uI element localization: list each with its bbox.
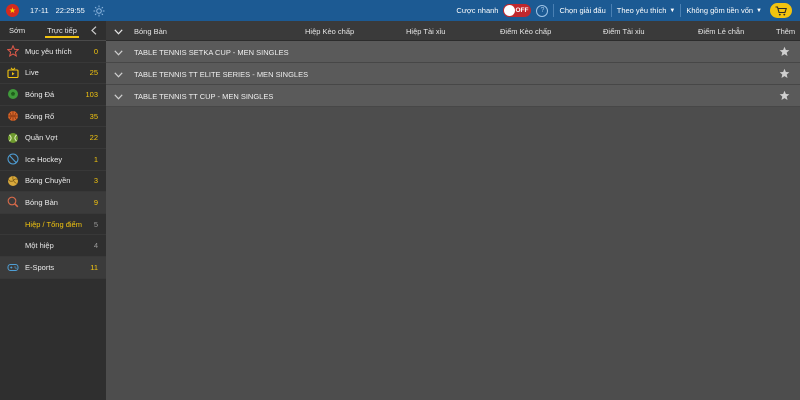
sidebar-item-label: Bóng Bàn: [25, 197, 58, 207]
tennis-ball-icon: [7, 132, 19, 144]
sidebar-item-label: E-Sports: [25, 262, 55, 272]
tv-icon: [7, 67, 19, 79]
select-league-button[interactable]: Chọn giải đấu: [559, 6, 605, 15]
sidebar-item-count: 35: [89, 111, 98, 121]
league-row[interactable]: TABLE TENNIS SETKA CUP - MEN SINGLES: [106, 41, 800, 63]
favorites-dropdown[interactable]: Theo yêu thích ▼: [617, 6, 676, 15]
divider: [553, 4, 555, 17]
sidebar-item-table-tennis[interactable]: Bóng Bàn 9: [0, 192, 106, 214]
sidebar-item-basketball[interactable]: Bóng Rổ 35: [0, 106, 106, 128]
chevron-down-icon[interactable]: [114, 92, 123, 101]
table-tennis-icon: [7, 196, 19, 208]
league-name: TABLE TENNIS SETKA CUP - MEN SINGLES: [134, 48, 289, 57]
odds-table: Bóng Bàn Hiệp Kèo chấp Hiệp Tài xỉu Điểm…: [106, 21, 800, 400]
sidebar-item-count: 103: [85, 89, 98, 99]
basketball-icon: [7, 110, 19, 122]
sidebar-subitem-count: 5: [93, 219, 98, 229]
column-header-sport: Bóng Bàn: [134, 27, 167, 36]
chevron-down-icon[interactable]: [114, 48, 123, 57]
sidebar-item-label: Bóng Chuyền: [25, 176, 71, 186]
sidebar-item-label: Ice Hockey: [25, 154, 63, 164]
favorite-star-icon[interactable]: [779, 90, 790, 101]
collapse-sidebar-icon[interactable]: [87, 21, 101, 41]
divider: [610, 4, 612, 17]
sidebar-item-label: Quần Vợt: [25, 133, 58, 143]
favorite-star-icon[interactable]: [779, 46, 790, 57]
vietnam-flag-icon: ★: [6, 4, 19, 17]
sidebar-item-ice-hockey[interactable]: Ice Hockey 1: [0, 149, 106, 171]
sidebar-subitem-set-total-points[interactable]: Hiệp / Tổng điểm 5: [0, 213, 106, 236]
sidebar-item-label: Live: [25, 68, 39, 78]
chevron-down-icon: ▼: [756, 7, 762, 14]
sidebar-item-live[interactable]: Live 25: [0, 63, 106, 85]
favorite-star-icon[interactable]: [779, 68, 790, 79]
sidebar-subitem-count: 4: [93, 241, 98, 251]
league-name: TABLE TENNIS TT CUP - MEN SINGLES: [134, 92, 274, 101]
sidebar-subitem-single-set[interactable]: Một hiệp 4: [0, 235, 106, 257]
sidebar-item-count: 25: [89, 68, 98, 78]
league-row[interactable]: TABLE TENNIS TT ELITE SERIES - MEN SINGL…: [106, 63, 800, 85]
sidebar-item-favorites[interactable]: Mục yêu thích 0: [0, 41, 106, 63]
sidebar-subitem-label: Hiệp / Tổng điểm: [25, 219, 82, 229]
current-time: 22:29:55: [55, 6, 85, 15]
league-name: TABLE TENNIS TT ELITE SERIES - MEN SINGL…: [134, 70, 309, 79]
volleyball-icon: [7, 175, 19, 187]
soccer-ball-icon: [7, 88, 19, 100]
chevron-down-icon[interactable]: [114, 70, 123, 79]
chevron-down-icon: ▼: [669, 7, 676, 14]
sidebar-item-count: 11: [90, 262, 98, 272]
league-row[interactable]: TABLE TENNIS TT CUP - MEN SINGLES: [106, 85, 800, 107]
toggle-knob: [504, 5, 516, 16]
column-header-more: Thêm: [776, 27, 796, 36]
bet-slip-cart-icon[interactable]: [770, 3, 792, 18]
column-header-point-handicap: Điểm Kèo chấp: [500, 27, 552, 36]
sidebar-item-esports[interactable]: E-Sports 11: [0, 256, 106, 279]
sidebar-tabs: Sớm Trực tiếp: [0, 21, 106, 41]
sidebar-item-label: Bóng Rổ: [25, 111, 55, 121]
capital-dropdown[interactable]: Không gồm tiền vốn ▼: [686, 6, 762, 15]
favorites-dropdown-label: Theo yêu thích: [616, 6, 667, 15]
gamepad-icon: [7, 261, 19, 273]
capital-dropdown-label: Không gồm tiền vốn: [686, 6, 754, 15]
column-header-point-odd-even: Điểm Lẻ chẵn: [698, 27, 745, 36]
quick-bet-toggle[interactable]: OFF: [503, 4, 532, 17]
star-icon: [7, 45, 19, 58]
sidebar-item-count: 9: [93, 197, 98, 207]
sidebar-item-tennis[interactable]: Quần Vợt 22: [0, 127, 106, 149]
sidebar-item-count: 0: [93, 46, 98, 56]
sidebar-item-count: 22: [89, 133, 98, 143]
sports-sidebar: Sớm Trực tiếp Mục yêu thích 0 Live 25 Bó…: [0, 21, 106, 400]
theme-sun-icon[interactable]: [93, 5, 105, 17]
column-header-set-handicap: Hiệp Kèo chấp: [305, 27, 355, 36]
column-header-point-over-under: Điểm Tài xỉu: [603, 27, 645, 36]
sidebar-item-soccer[interactable]: Bóng Đá 103: [0, 84, 106, 106]
sidebar-item-count: 3: [93, 176, 98, 186]
tab-early[interactable]: Sớm: [0, 21, 43, 40]
help-icon[interactable]: ?: [536, 4, 549, 17]
sidebar-item-label: Mục yêu thích: [25, 46, 72, 56]
divider: [680, 4, 682, 17]
current-date: 17-11: [30, 6, 49, 15]
sidebar-item-label: Bóng Đá: [25, 89, 55, 99]
table-header: Bóng Bàn Hiệp Kèo chấp Hiệp Tài xỉu Điểm…: [106, 21, 800, 41]
column-header-set-over-under: Hiệp Tài xỉu: [406, 27, 446, 36]
ice-hockey-icon: [7, 153, 19, 165]
quick-bet-toggle-state: OFF: [515, 6, 529, 14]
sidebar-item-volleyball[interactable]: Bóng Chuyền 3: [0, 171, 106, 193]
quick-bet-label: Cược nhanh: [456, 6, 499, 15]
sidebar-item-count: 1: [93, 154, 98, 164]
tab-live[interactable]: Trực tiếp: [43, 21, 81, 40]
collapse-all-chevron-icon[interactable]: [114, 27, 123, 36]
top-bar: ★ 17-11 22:29:55 Cược nhanh OFF ? Chọn g…: [0, 0, 800, 21]
sidebar-subitem-label: Một hiệp: [25, 241, 54, 251]
